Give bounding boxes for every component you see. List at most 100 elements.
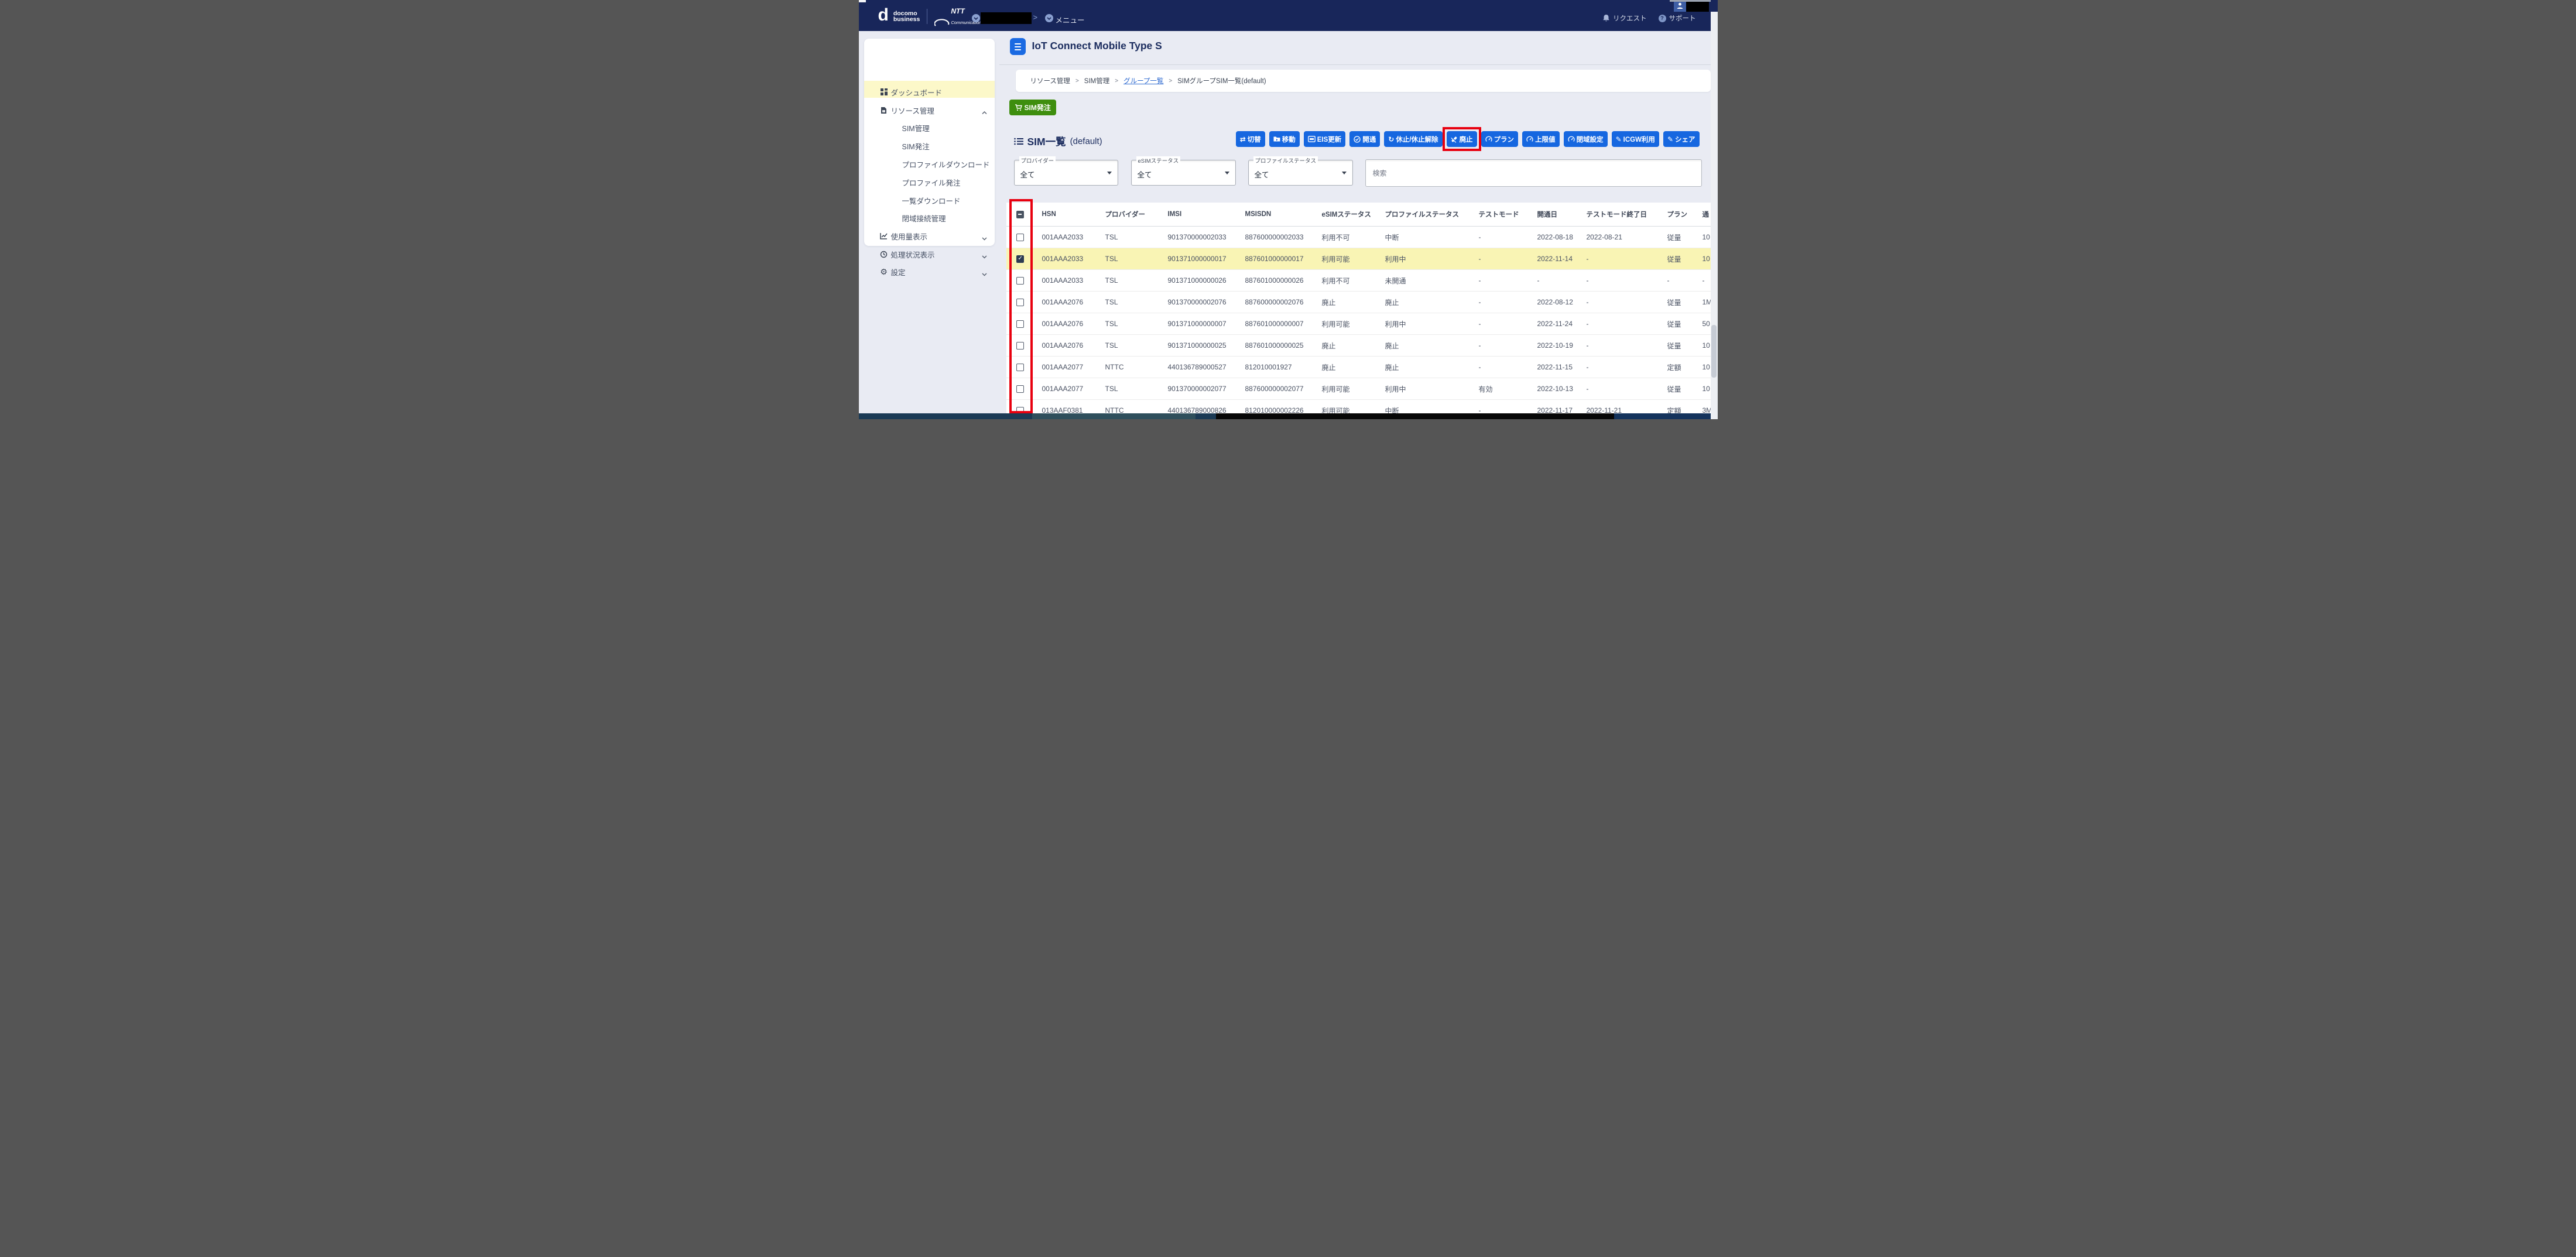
cell-imsi: 901370000002077 (1167, 385, 1227, 393)
check-circle-icon (1354, 135, 1361, 143)
row-checkbox[interactable] (1016, 341, 1024, 350)
toolbar-button-7[interactable]: 上限値 (1522, 131, 1560, 147)
cell-plan: 従量 (1667, 320, 1681, 328)
cell-usage: 10 (1702, 233, 1710, 241)
row-checkbox[interactable] (1016, 255, 1024, 263)
row-checkbox[interactable] (1016, 406, 1024, 413)
cart-icon (1015, 104, 1022, 111)
row-checkbox[interactable] (1016, 298, 1024, 306)
sidebar-item-label: プロファイル発注 (902, 179, 961, 187)
menu-button[interactable]: メニュー (1056, 14, 1085, 25)
sidebar-item-sim-management[interactable]: SIM管理 (864, 119, 995, 136)
table-row[interactable]: 001AAA2076 TSL 901370000002076 887600000002… (1006, 292, 1711, 313)
cell-hsn: 001AAA2076 (1042, 341, 1084, 350)
sim-icon (880, 107, 888, 114)
table-row[interactable]: 001AAA2076 TSL 901371000000007 887601000000… (1006, 313, 1711, 335)
sidebar-item-sim-order[interactable]: SIM発注 (864, 137, 995, 155)
row-checkbox-cell (1006, 335, 1034, 356)
bottom-scrollbar-dark-segment[interactable] (1215, 413, 1614, 419)
column-header-2: プロバイダー (1105, 211, 1146, 218)
toolbar-button-label: 休止/休止解除 (1396, 136, 1438, 143)
cell-msisdn: 887601000000007 (1245, 320, 1304, 328)
sim-order-button[interactable]: SIM発注 (1009, 100, 1056, 115)
cell-esim_status: 利用可能 (1321, 320, 1350, 328)
cell-profile_status: 利用中 (1385, 255, 1406, 263)
sim-table: HSN プロバイダー IMSI MSISDN eSIMステータス プロファイルステータス テ… (1006, 203, 1711, 413)
table-row[interactable]: 001AAA2033 TSL 901370000002033 887600000002… (1006, 227, 1711, 248)
table-row[interactable]: 001AAA2033 TSL 901371000000017 887601000000… (1006, 248, 1711, 270)
sidebar-toggle-button[interactable] (1009, 38, 1026, 55)
toolbar-button-5[interactable]: 廃止 (1446, 131, 1477, 147)
toolbar-button-label: 開通 (1362, 136, 1376, 143)
window-artifact-left (858, 0, 866, 2)
row-checkbox[interactable] (1016, 276, 1024, 285)
pencil-icon: ✎ (1667, 135, 1673, 143)
sidebar-item-closed-network-management[interactable]: 閉域接続管理 (864, 209, 995, 227)
select-all-checkbox[interactable] (1016, 210, 1024, 218)
sidebar-item-usage-display[interactable]: 使用量表示 (864, 227, 995, 245)
cell-provider: TSL (1105, 298, 1118, 306)
table-row[interactable]: 001AAA2077 TSL 901370000002077 887600000002… (1006, 378, 1711, 400)
toolbar-button-2[interactable]: EIS更新 (1303, 131, 1346, 147)
chevron-down-circle-icon[interactable] (1044, 14, 1053, 22)
table-row[interactable]: 001AAA2033 TSL 901371000000026 887601000000… (1006, 270, 1711, 292)
sidebar-item-dashboard[interactable]: ダッシュボード (864, 83, 995, 101)
table-row[interactable]: 001AAA2077 NTTC 440136789000527 81201000192… (1006, 357, 1711, 378)
toolbar-button-10[interactable]: ✎ シェア (1663, 131, 1700, 147)
sidebar-item-list-download[interactable]: 一覧ダウンロード (864, 191, 995, 209)
bottom-scrollbar-track[interactable] (858, 413, 1032, 419)
ban-icon (1450, 136, 1458, 143)
toolbar-button-label: 切替 (1247, 136, 1261, 143)
cell-imsi: 440136789000826 (1167, 406, 1227, 413)
sidebar-item-settings[interactable]: ⚙ 設定 (864, 263, 995, 280)
cell-esim_status: 利用不可 (1321, 233, 1350, 242)
redacted-user-id (1686, 0, 1709, 12)
cell-usage: 3M (1702, 406, 1711, 413)
sidebar-item-profile-download[interactable]: プロファイルダウンロード (864, 155, 995, 173)
esim-status-filter-select[interactable]: eSIMステータス 全て (1131, 156, 1236, 186)
cell-provider: TSL (1105, 276, 1118, 285)
column-header-10: プラン (1667, 211, 1688, 218)
toolbar-button-6[interactable]: プラン (1481, 131, 1519, 147)
chevron-down-icon (982, 270, 987, 278)
cell-open_date: 2022-08-18 (1537, 233, 1573, 241)
sidebar-item-resource-management[interactable]: リソース管理 (864, 101, 995, 119)
table-row[interactable]: 001AAA2076 TSL 901371000000025 887601000000… (1006, 335, 1711, 357)
vertical-scrollbar[interactable] (1710, 12, 1718, 413)
toolbar-button-3[interactable]: 開通 (1349, 131, 1381, 147)
row-checkbox[interactable] (1016, 320, 1024, 328)
vertical-scrollbar-thumb[interactable] (1711, 325, 1717, 378)
toolbar-button-8[interactable]: 閉域設定 (1563, 131, 1608, 147)
bottom-scrollbar-thumb[interactable] (1032, 413, 1195, 419)
bottom-scrollbar-track[interactable] (1195, 413, 1216, 419)
support-button[interactable]: ? サポート (1658, 13, 1696, 23)
toolbar-button-4[interactable]: ↻ 休止/休止解除 (1384, 131, 1443, 147)
sidebar-item-processing-status[interactable]: 処理状況表示 (864, 245, 995, 263)
sim-order-label: SIM発注 (1024, 104, 1051, 112)
cell-test_mode: - (1478, 255, 1481, 263)
toolbar-button-0[interactable]: ⇄ 切替 (1235, 131, 1265, 147)
sim-list-heading: SIM一覧 (default) (1013, 134, 1102, 149)
chevron-down-circle-icon[interactable] (971, 14, 980, 22)
cell-usage: 10 (1702, 255, 1710, 263)
toolbar-button-9[interactable]: ✎ ICGW利用 (1611, 131, 1659, 147)
row-checkbox[interactable] (1016, 385, 1024, 393)
row-checkbox[interactable] (1016, 363, 1024, 371)
profile-status-filter-value: 全て (1254, 171, 1269, 179)
search-input[interactable] (1365, 159, 1702, 187)
cell-plan: - (1667, 276, 1670, 285)
cell-hsn: 001AAA2076 (1042, 298, 1084, 306)
breadcrumb-separator: > (1115, 77, 1119, 84)
table-row[interactable]: 013AAF0381 NTTC 440136789000826 81201000000… (1006, 400, 1711, 413)
sidebar-item-profile-order[interactable]: プロファイル発注 (864, 173, 995, 191)
profile-status-filter-select[interactable]: プロファイルステータス 全て (1248, 156, 1353, 186)
bottom-scrollbar-track[interactable] (1614, 413, 1718, 419)
provider-filter-select[interactable]: プロバイダー 全て (1013, 156, 1118, 186)
toolbar-button-1[interactable]: 移動 (1269, 131, 1300, 147)
request-button[interactable]: リクエスト (1602, 13, 1647, 23)
user-account-button[interactable] (1673, 0, 1686, 12)
table-body: 001AAA2033 TSL 901370000002033 887600000002… (1006, 227, 1711, 413)
breadcrumb-link-group-list[interactable]: グループ一覧 (1123, 76, 1163, 85)
redacted-account-name (980, 12, 1032, 24)
row-checkbox[interactable] (1016, 233, 1024, 241)
